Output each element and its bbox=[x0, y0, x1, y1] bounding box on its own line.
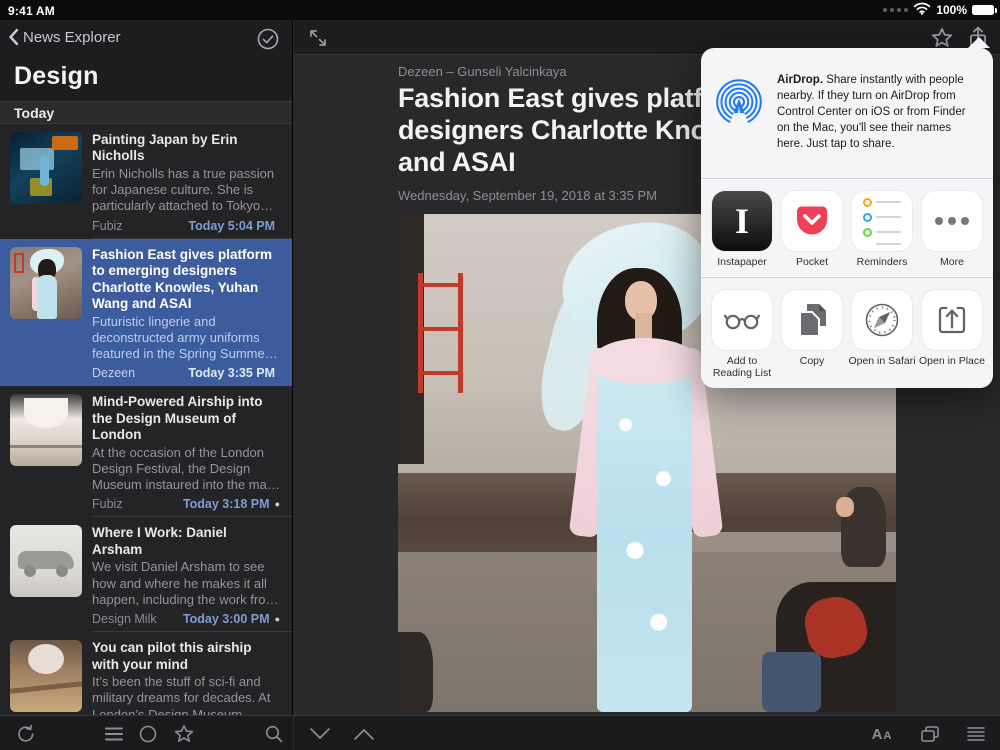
more-icon bbox=[922, 191, 982, 251]
item-time: Today 3:00 PM bbox=[182, 612, 270, 627]
item-source: Fubiz bbox=[92, 497, 123, 512]
item-title: Where I Work: Daniel Arsham bbox=[92, 525, 227, 557]
thumbnail-tokyo-street-night bbox=[10, 132, 82, 204]
item-source: Design Milk bbox=[92, 612, 157, 627]
content-toolbar: AA bbox=[294, 715, 1000, 750]
item-summary: Erin Nicholls has a true passion for Jap… bbox=[92, 165, 275, 214]
wifi-icon bbox=[913, 0, 931, 20]
share-sheet-popover: AirDrop. Share instantly with people nea… bbox=[701, 37, 993, 388]
reader-view-button[interactable] bbox=[964, 722, 988, 746]
pocket-icon bbox=[782, 191, 842, 251]
back-label: News Explorer bbox=[23, 28, 121, 46]
share-app-label: Pocket bbox=[795, 256, 829, 268]
list-item[interactable]: Mind-Powered Airship into the Design Mus… bbox=[0, 386, 292, 518]
section-header-today: Today bbox=[0, 101, 292, 124]
item-title: Fashion East gives platform to emerging … bbox=[92, 246, 273, 312]
reading-list-glasses-icon bbox=[712, 289, 772, 350]
share-action-label: Open in Safari bbox=[848, 354, 916, 367]
reminders-icon bbox=[852, 191, 912, 251]
share-action-label: Add to Reading List bbox=[712, 354, 772, 380]
airdrop-icon bbox=[713, 76, 765, 133]
sidebar: News Explorer Design Today Painting Japa… bbox=[0, 20, 293, 715]
previous-article-button[interactable] bbox=[352, 722, 376, 746]
tabs-button[interactable] bbox=[918, 722, 942, 746]
item-source: Dezeen bbox=[92, 366, 136, 381]
red-bracket-left bbox=[417, 273, 463, 393]
mark-all-read-button[interactable] bbox=[256, 27, 280, 56]
instapaper-icon: I bbox=[712, 191, 772, 251]
action-open-in-place[interactable]: Open in Place bbox=[917, 289, 987, 380]
thumbnail-runway-model bbox=[10, 246, 82, 319]
item-title: You can pilot this airship with your min… bbox=[92, 640, 252, 672]
status-time: 9:41 AM bbox=[8, 4, 55, 18]
item-summary: We visit Daniel Arsham to see how and wh… bbox=[92, 559, 277, 607]
action-copy[interactable]: Copy bbox=[777, 289, 847, 380]
star-article-button[interactable] bbox=[930, 26, 954, 50]
thumbnail-museum-interior bbox=[10, 394, 82, 467]
share-action-label: Open in Place bbox=[919, 354, 985, 367]
thumbnail-airship-atrium bbox=[10, 640, 82, 713]
list-item-selected[interactable]: Fashion East gives platform to emerging … bbox=[0, 238, 292, 387]
copy-icon bbox=[782, 289, 842, 350]
item-time: Today 3:35 PM bbox=[188, 366, 275, 381]
app-screen: 9:41 AM 100% News Explorer Design Today … bbox=[0, 0, 1000, 750]
sidebar-nav: News Explorer bbox=[0, 20, 292, 58]
action-open-in-safari[interactable]: Open in Safari bbox=[847, 289, 917, 380]
share-app-pocket[interactable]: Pocket bbox=[777, 191, 847, 269]
share-apps-row: I Instapaper Pocket Reminders More bbox=[701, 179, 993, 278]
list-item[interactable]: Painting Japan by Erin Nicholls Erin Nic… bbox=[0, 124, 292, 239]
feed-title: Design bbox=[0, 58, 292, 101]
airdrop-section[interactable]: AirDrop. Share instantly with people nea… bbox=[701, 48, 993, 179]
share-app-reminders[interactable]: Reminders bbox=[847, 191, 917, 269]
status-bar: 9:41 AM 100% bbox=[0, 0, 1000, 20]
thumbnail-eroded-car bbox=[10, 525, 82, 598]
search-button[interactable] bbox=[262, 722, 286, 746]
item-title: Mind-Powered Airship into the Design Mus… bbox=[92, 394, 263, 443]
sidebar-toolbar bbox=[0, 715, 293, 750]
item-time: Today 5:04 PM bbox=[188, 218, 275, 233]
open-in-place-icon bbox=[922, 289, 982, 350]
share-actions-row: Add to Reading List Copy Open in Safari … bbox=[701, 278, 993, 388]
item-summary: At the occasion of the London Design Fes… bbox=[92, 444, 277, 493]
share-app-label: More bbox=[940, 256, 964, 268]
chevron-left-icon bbox=[9, 28, 19, 46]
check-circle-icon bbox=[257, 28, 279, 50]
battery-percent: 100% bbox=[936, 3, 967, 17]
item-source: Fubiz bbox=[92, 218, 123, 233]
model-dress bbox=[597, 353, 692, 712]
unread-dot: ● bbox=[274, 613, 280, 624]
share-app-more[interactable]: More bbox=[917, 191, 987, 269]
starred-filter-button[interactable] bbox=[172, 722, 196, 746]
item-time: Today 3:18 PM bbox=[182, 497, 270, 512]
refresh-button[interactable] bbox=[14, 722, 38, 746]
share-app-instapaper[interactable]: I Instapaper bbox=[707, 191, 777, 269]
text-size-button[interactable]: AA bbox=[870, 722, 894, 746]
next-article-button[interactable] bbox=[308, 722, 332, 746]
share-app-label: Reminders bbox=[856, 256, 908, 268]
item-title: Painting Japan by Erin Nicholls bbox=[92, 132, 238, 164]
article-list: Painting Japan by Erin Nicholls Erin Nic… bbox=[0, 124, 292, 715]
list-item[interactable]: Where I Work: Daniel Arsham We visit Dan… bbox=[0, 517, 292, 633]
unread-filter-button[interactable] bbox=[136, 722, 160, 746]
unread-dot: ● bbox=[274, 498, 280, 509]
cellular-signal-icon bbox=[883, 8, 909, 12]
popover-arrow bbox=[968, 37, 990, 48]
list-view-button[interactable] bbox=[102, 722, 126, 746]
fullscreen-button[interactable] bbox=[306, 26, 330, 50]
airdrop-title: AirDrop. bbox=[777, 74, 823, 86]
status-indicators: 100% bbox=[883, 0, 997, 20]
back-button[interactable]: News Explorer bbox=[8, 28, 121, 46]
list-item[interactable]: You can pilot this airship with your min… bbox=[0, 632, 292, 715]
action-add-to-reading-list[interactable]: Add to Reading List bbox=[707, 289, 777, 380]
item-summary: It’s been the stuff of sci-fi and milita… bbox=[92, 674, 271, 715]
safari-compass-icon bbox=[852, 289, 912, 350]
item-summary: Futuristic lingerie and deconstructed ar… bbox=[92, 313, 270, 362]
share-action-label: Copy bbox=[799, 354, 825, 367]
battery-icon bbox=[972, 5, 997, 15]
share-app-label: Instapaper bbox=[717, 256, 767, 268]
